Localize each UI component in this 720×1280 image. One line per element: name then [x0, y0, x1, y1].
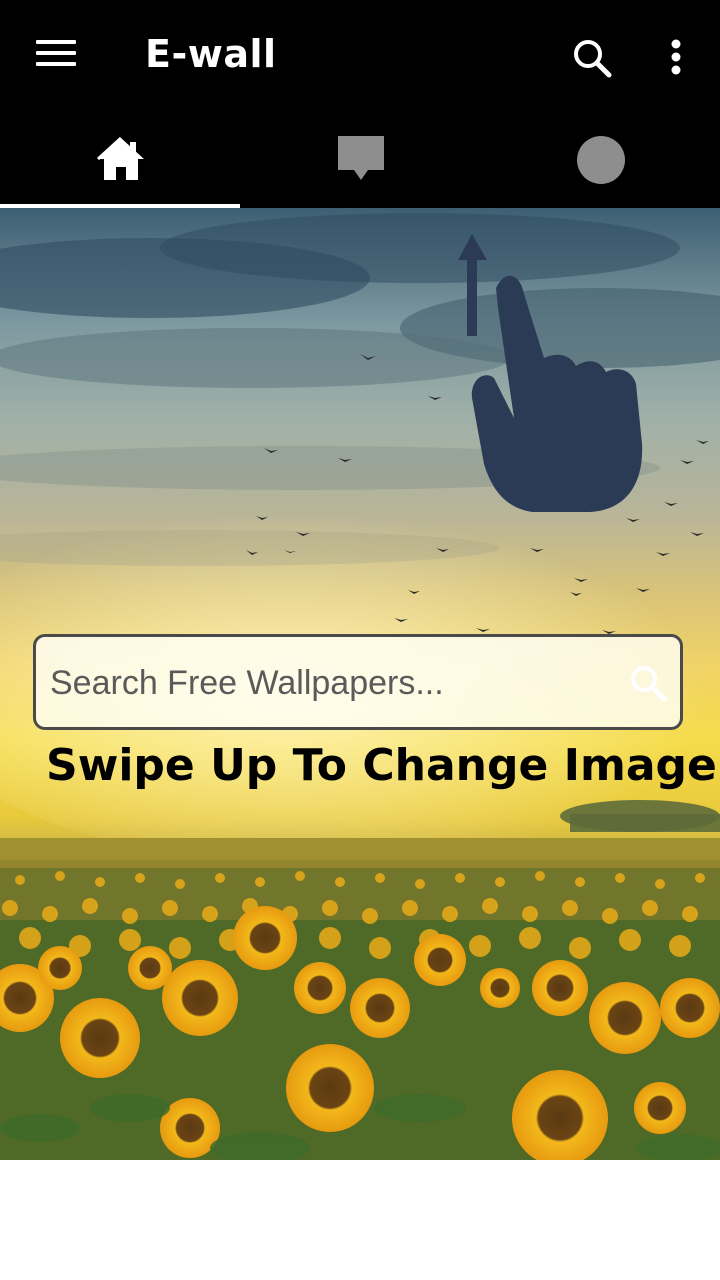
home-icon [96, 136, 144, 180]
search-icon[interactable] [570, 36, 614, 80]
bottom-blank-area [0, 1160, 720, 1280]
swipe-hint-text: Swipe Up To Change Image [46, 740, 717, 791]
tab-profile[interactable] [480, 116, 720, 208]
tab-home[interactable] [0, 116, 240, 208]
circle-icon [577, 136, 625, 184]
app-title: E-wall [145, 32, 277, 76]
wallpaper-search-box[interactable] [33, 634, 683, 730]
menu-icon[interactable] [36, 40, 76, 72]
search-submit-icon[interactable] [628, 663, 668, 703]
app-bar: E-wall [0, 0, 720, 116]
tab-bar [0, 116, 720, 208]
search-input[interactable] [50, 655, 610, 711]
chat-bubble-icon [338, 136, 384, 180]
more-vert-icon[interactable] [660, 36, 692, 80]
tab-chat[interactable] [240, 116, 480, 208]
